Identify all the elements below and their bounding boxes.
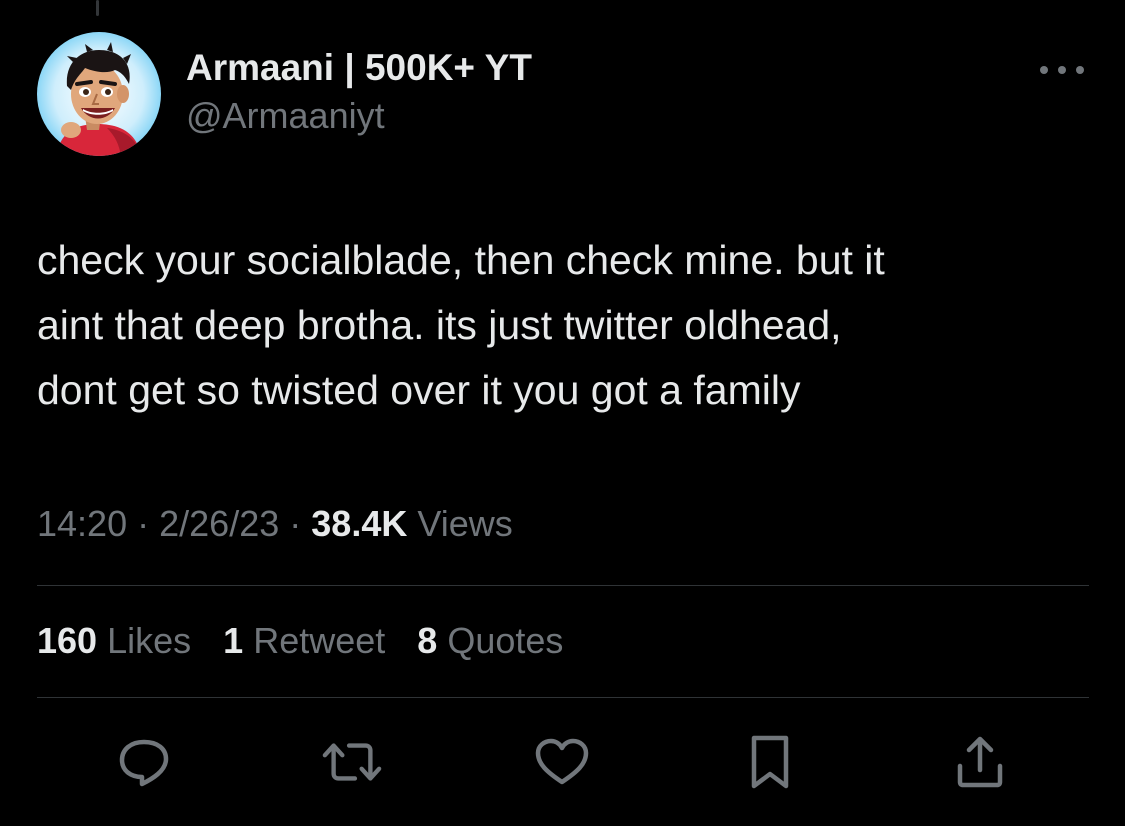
bookmark-icon — [751, 735, 789, 789]
quotes-stat[interactable]: 8 Quotes — [417, 617, 563, 665]
quotes-count: 8 — [417, 620, 438, 661]
more-options-button[interactable] — [1036, 56, 1088, 84]
tweet-time[interactable]: 14:20 — [37, 503, 127, 544]
author-block[interactable]: Armaani | 500K+ YT @Armaaniyt — [186, 46, 532, 138]
retweets-stat[interactable]: 1 Retweet — [223, 617, 385, 665]
retweets-count: 1 — [223, 620, 244, 661]
likes-count: 160 — [37, 620, 98, 661]
retweet-icon — [322, 743, 382, 781]
avatar[interactable] — [37, 32, 161, 156]
more-icon — [1040, 66, 1084, 74]
quotes-label: Quotes — [447, 620, 564, 661]
tweet-text: check your socialblade, then check mine.… — [37, 237, 885, 413]
engagement-stats: 160 Likes 1 Retweet 8 Quotes — [37, 617, 585, 665]
author-handle[interactable]: @Armaaniyt — [186, 94, 532, 138]
likes-stat[interactable]: 160 Likes — [37, 617, 191, 665]
views-count: 38.4K — [311, 503, 408, 544]
bookmark-button[interactable] — [740, 734, 800, 790]
tweet-date[interactable]: 2/26/23 — [159, 503, 279, 544]
share-icon — [957, 736, 1003, 788]
reply-icon — [119, 739, 169, 787]
avatar-image — [37, 32, 161, 156]
like-button[interactable] — [532, 734, 592, 790]
meta-separator: · — [137, 503, 150, 544]
thread-connector-line — [96, 0, 99, 16]
divider — [37, 585, 1089, 586]
tweet-meta: 14:20 · 2/26/23 · 38.4K Views — [37, 500, 513, 548]
retweet-button[interactable] — [322, 734, 382, 790]
views-label: Views — [417, 503, 513, 544]
like-icon — [535, 738, 589, 785]
likes-label: Likes — [107, 620, 192, 661]
divider — [37, 697, 1089, 698]
meta-separator: · — [289, 503, 302, 544]
retweets-label: Retweet — [253, 620, 386, 661]
share-button[interactable] — [950, 734, 1010, 790]
reply-button[interactable] — [114, 734, 174, 790]
author-display-name[interactable]: Armaani | 500K+ YT — [186, 46, 532, 90]
